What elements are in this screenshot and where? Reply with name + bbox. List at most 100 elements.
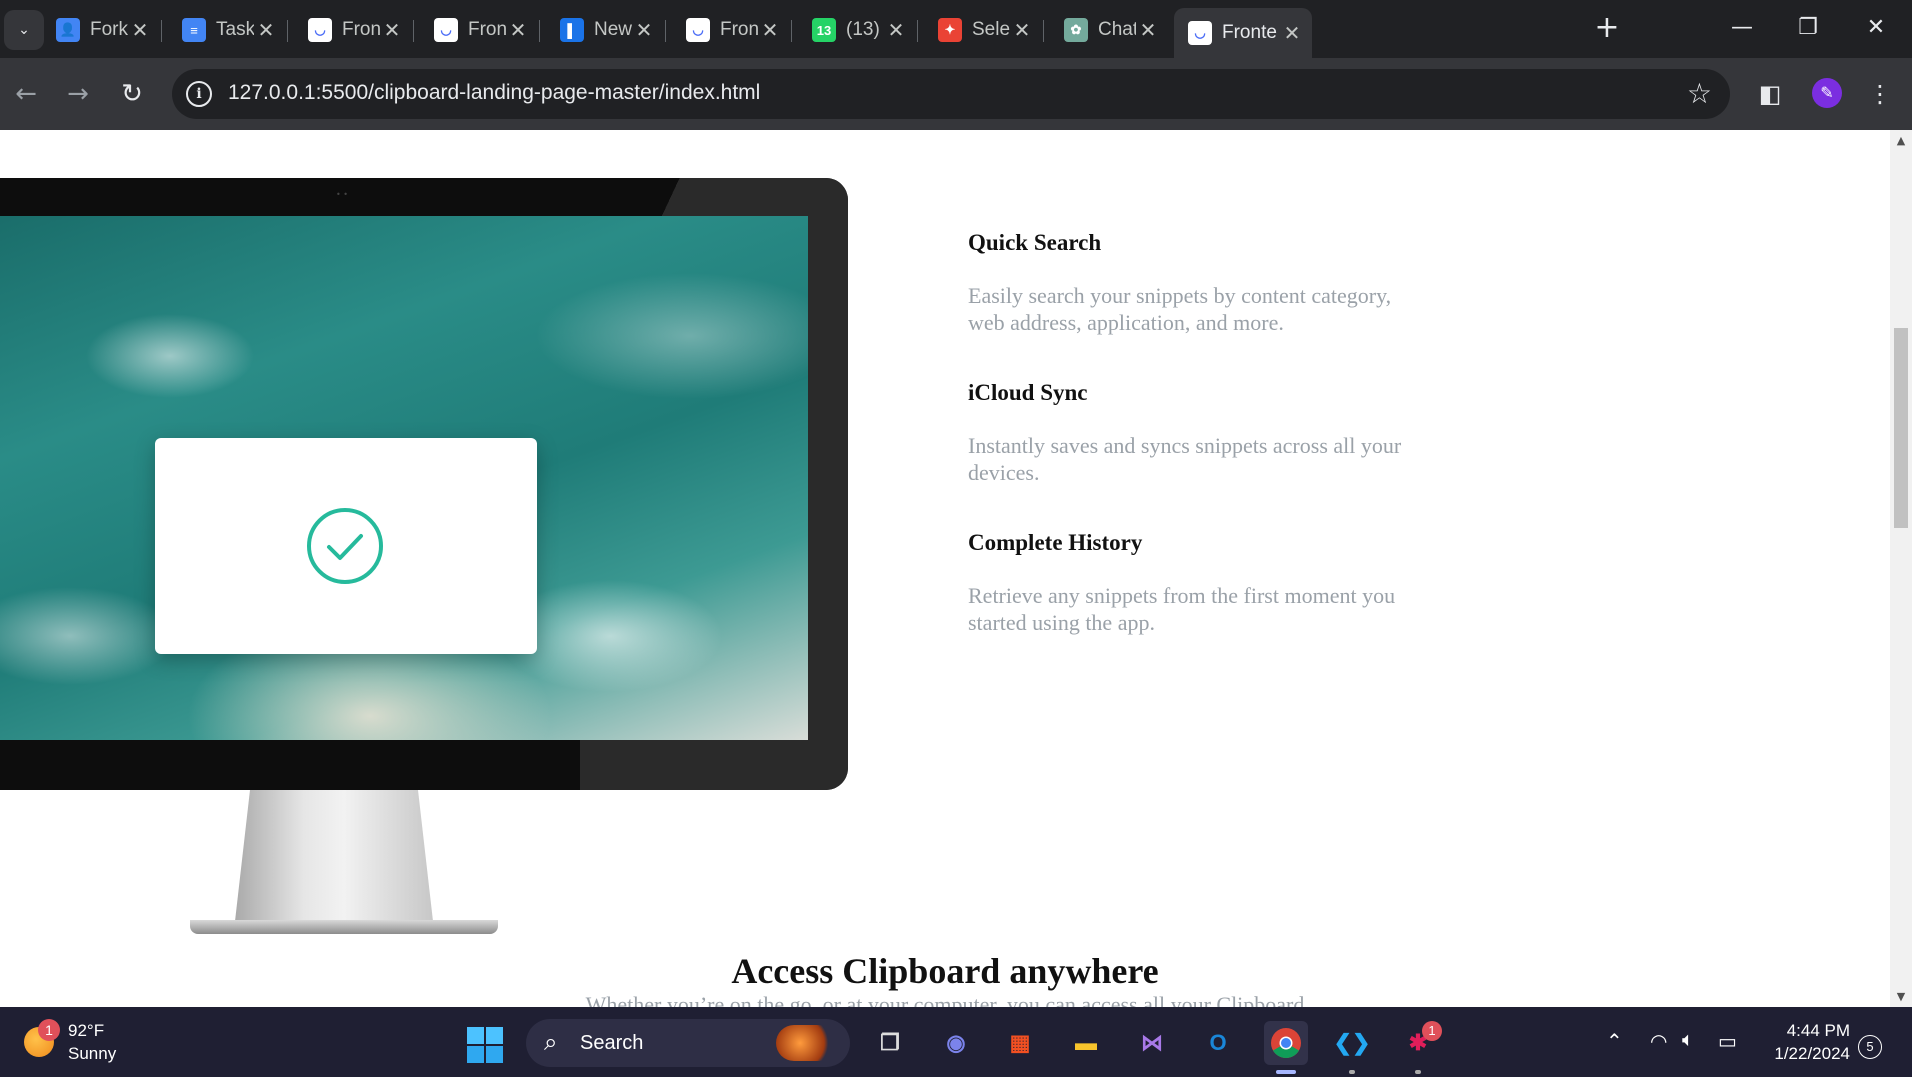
store-icon[interactable]: ▦ bbox=[998, 1021, 1042, 1065]
outlook-icon[interactable]: O bbox=[1196, 1021, 1240, 1065]
feature-title: iCloud Sync bbox=[968, 380, 1088, 405]
tab-close-icon[interactable]: ✕ bbox=[632, 18, 656, 43]
tab-title: Fork Y bbox=[90, 19, 128, 40]
access-section-title: Access Clipboard anywhere bbox=[731, 951, 1159, 991]
side-panel-icon: ◧ bbox=[1758, 80, 1782, 108]
side-panel-button[interactable]: ◧ bbox=[1752, 76, 1788, 112]
minimize-button[interactable]: — bbox=[1712, 10, 1772, 46]
tab-title: ChatG bbox=[1098, 19, 1136, 40]
chevron-down-icon: ⌄ bbox=[18, 22, 30, 38]
tab-close-icon[interactable]: ✕ bbox=[884, 18, 908, 43]
url-text[interactable]: 127.0.0.1:5500/clipboard-landing-page-ma… bbox=[228, 81, 760, 105]
restore-button[interactable]: ❐ bbox=[1778, 10, 1838, 46]
tab-close-icon[interactable]: ✕ bbox=[1010, 18, 1034, 43]
page-viewport: • • Quick Search Easily search your snip… bbox=[0, 130, 1890, 1007]
clock-date[interactable]: 1/22/2024 bbox=[1758, 1044, 1850, 1064]
task-view-icon[interactable]: ❐ bbox=[868, 1021, 912, 1065]
vscode-icon[interactable]: ❮❯ bbox=[1330, 1021, 1374, 1065]
browser-tab[interactable]: 13 (13) W✕ bbox=[798, 8, 918, 52]
monitor-stand-base bbox=[190, 920, 498, 934]
forward-button[interactable]: → bbox=[58, 74, 98, 114]
new-tab-button[interactable]: + bbox=[1590, 12, 1624, 46]
browser-tab[interactable]: 👤 Fork Y✕ bbox=[42, 8, 162, 52]
apple-logo-icon bbox=[324, 753, 344, 777]
feature-title: Quick Search bbox=[968, 230, 1102, 255]
visual-studio-icon[interactable]: ⋈ bbox=[1130, 1021, 1174, 1065]
weather-condition[interactable]: Sunny bbox=[68, 1044, 116, 1064]
features-list: Quick Search Easily search your snippets… bbox=[968, 230, 1428, 680]
weather-temperature[interactable]: 92°F bbox=[68, 1021, 104, 1041]
wifi-icon[interactable]: ◠ bbox=[1650, 1029, 1667, 1054]
tab-close-icon[interactable]: ✕ bbox=[1280, 21, 1304, 46]
chrome-icon[interactable] bbox=[1264, 1021, 1308, 1065]
volume-icon[interactable]: 🔈︎ bbox=[1682, 1029, 1694, 1052]
monitor-illustration: • • bbox=[0, 178, 848, 944]
chrome-logo-icon bbox=[1271, 1028, 1301, 1059]
browser-tab[interactable]: ≡ Tasks✕ bbox=[168, 8, 288, 52]
chatgpt-icon: ✿ bbox=[1064, 18, 1088, 42]
close-window-button[interactable]: ✕ bbox=[1846, 10, 1906, 46]
site-info-icon[interactable]: i bbox=[186, 81, 212, 107]
browser-tab[interactable]: ◡ Fronte✕ bbox=[672, 8, 792, 52]
file-explorer-icon[interactable]: ▬ bbox=[1064, 1021, 1108, 1065]
scrollbar-thumb[interactable] bbox=[1894, 328, 1908, 528]
page-scrollbar[interactable]: ▲ ▼ bbox=[1890, 130, 1912, 1007]
tab-title: Select bbox=[972, 19, 1010, 40]
notification-count[interactable]: 5 bbox=[1858, 1035, 1882, 1059]
user-icon: 👤 bbox=[56, 18, 80, 42]
browser-tab[interactable]: ▌ News✕ bbox=[546, 8, 666, 52]
close-icon: ✕ bbox=[1866, 15, 1886, 40]
feature-description: Easily search your snippets by content c… bbox=[968, 283, 1392, 335]
tab-close-icon[interactable]: ✕ bbox=[758, 18, 782, 43]
tab-title: Fronte bbox=[1222, 22, 1277, 43]
tab-title: Fronte bbox=[468, 19, 506, 40]
windows-start-icon[interactable] bbox=[467, 1027, 503, 1063]
tab-close-icon[interactable]: ✕ bbox=[380, 18, 404, 43]
teams-icon[interactable]: ◉ bbox=[934, 1021, 978, 1065]
arrow-right-icon: → bbox=[67, 79, 89, 109]
profile-avatar[interactable]: ✎ bbox=[1812, 78, 1842, 108]
tab-search-button[interactable]: ⌄ bbox=[4, 10, 44, 50]
chrome-active-indicator bbox=[1276, 1070, 1296, 1074]
vscode-running-indicator bbox=[1349, 1070, 1355, 1074]
scroll-down-icon[interactable]: ▼ bbox=[1890, 990, 1912, 1003]
tab-strip: ⌄ 👤Fork Y✕≡Tasks✕◡Fronte✕◡Fronte✕▌News✕◡… bbox=[0, 0, 1912, 58]
frontend-mentor-icon: ◡ bbox=[434, 18, 458, 42]
tab-close-icon[interactable]: ✕ bbox=[1136, 18, 1160, 43]
browser-tab[interactable]: ✦ Select✕ bbox=[924, 8, 1044, 52]
frontend-mentor-icon: ◡ bbox=[1188, 21, 1212, 45]
checkmark-circle-icon bbox=[307, 508, 383, 584]
clock-time[interactable]: 4:44 PM bbox=[1770, 1021, 1850, 1041]
tab-close-icon[interactable]: ✕ bbox=[128, 18, 152, 43]
taskbar-search[interactable]: ⌕ Search bbox=[526, 1019, 850, 1067]
tab-title: Fronte bbox=[342, 19, 380, 40]
tab-close-icon[interactable]: ✕ bbox=[254, 18, 278, 43]
browser-tab[interactable]: ◡ Fronte✕ bbox=[1174, 8, 1312, 58]
monitor-screen-ocean bbox=[0, 216, 808, 740]
address-bar[interactable]: i 127.0.0.1:5500/clipboard-landing-page-… bbox=[172, 69, 1730, 119]
battery-icon[interactable]: ▭ bbox=[1718, 1029, 1737, 1054]
reload-button[interactable]: ↻ bbox=[112, 74, 152, 114]
menu-button[interactable]: ⋮ bbox=[1862, 76, 1898, 112]
tab-separator bbox=[413, 20, 414, 42]
frontend-mentor-icon: ◡ bbox=[686, 18, 710, 42]
windows-taskbar: 1 92°F Sunny ⌕ Search ❐ ◉ ▦ ▬ ⋈ O ❮❯ ✱ 1… bbox=[0, 1007, 1912, 1077]
feature-description: Retrieve any snippets from the first mom… bbox=[968, 583, 1396, 635]
tab-close-icon[interactable]: ✕ bbox=[506, 18, 530, 43]
browser-tab[interactable]: ◡ Fronte✕ bbox=[294, 8, 414, 52]
profile-icon: ✎ bbox=[1820, 83, 1834, 102]
back-button[interactable]: ← bbox=[6, 74, 46, 114]
slack-running-indicator bbox=[1415, 1070, 1421, 1074]
browser-tab[interactable]: ◡ Fronte✕ bbox=[420, 8, 540, 52]
scroll-up-icon[interactable]: ▲ bbox=[1890, 134, 1912, 147]
browser-tab[interactable]: ✿ ChatG✕ bbox=[1050, 8, 1168, 52]
tab-separator bbox=[287, 20, 288, 42]
kebab-menu-icon: ⋮ bbox=[1868, 80, 1892, 108]
search-highlight-icon bbox=[776, 1025, 836, 1061]
chevron-up-icon[interactable]: ⌃ bbox=[1606, 1029, 1623, 1054]
monitor-stand bbox=[234, 790, 434, 930]
tab-title: Fronte bbox=[720, 19, 758, 40]
feature-description: Instantly saves and syncs snippets acros… bbox=[968, 433, 1402, 485]
bookmark-star-icon[interactable]: ☆ bbox=[1687, 77, 1712, 110]
search-label: Search bbox=[580, 1032, 644, 1054]
